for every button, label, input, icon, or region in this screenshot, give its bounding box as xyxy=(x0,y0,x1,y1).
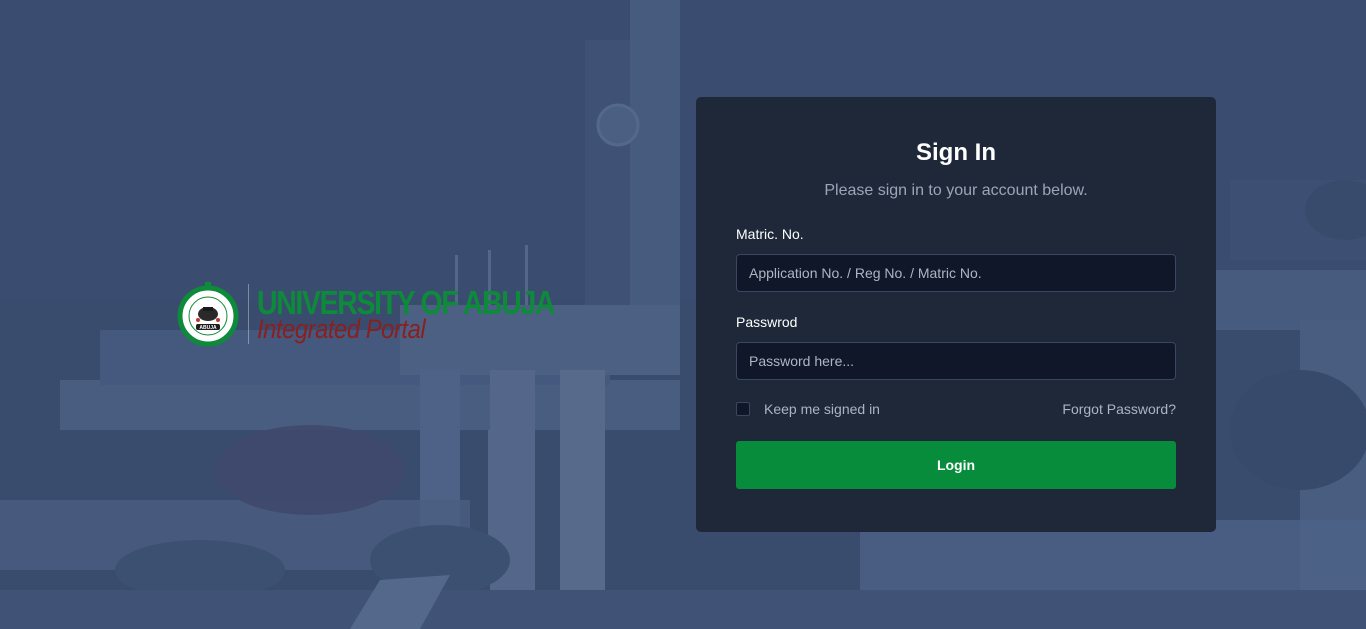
keep-signed-in[interactable]: Keep me signed in xyxy=(736,401,880,417)
signin-options: Keep me signed in Forgot Password? xyxy=(736,401,1176,417)
logo-wordmark: UNIVERSITY OF ABUJA Integrated Portal xyxy=(257,286,603,343)
university-seal-icon: ABUJA xyxy=(177,282,239,347)
matric-label: Matric. No. xyxy=(736,226,804,242)
svg-text:ABUJA: ABUJA xyxy=(199,325,217,331)
password-input[interactable] xyxy=(736,342,1176,380)
matric-input[interactable] xyxy=(736,254,1176,292)
password-label: Passwrod xyxy=(736,314,798,330)
login-button[interactable]: Login xyxy=(736,441,1176,489)
signin-subtitle: Please sign in to your account below. xyxy=(824,182,1088,199)
keep-signed-in-checkbox[interactable] xyxy=(736,402,750,416)
forgot-password-link[interactable]: Forgot Password? xyxy=(1062,401,1176,417)
signin-card: Sign In Please sign in to your account b… xyxy=(696,97,1216,532)
university-logo: ABUJA UNIVERSITY OF ABUJA Integrated Por… xyxy=(176,280,603,348)
portal-name: Integrated Portal xyxy=(257,313,426,344)
keep-signed-in-label[interactable]: Keep me signed in xyxy=(764,401,880,417)
signin-title: Sign In xyxy=(916,139,996,166)
logo-divider xyxy=(248,284,249,344)
